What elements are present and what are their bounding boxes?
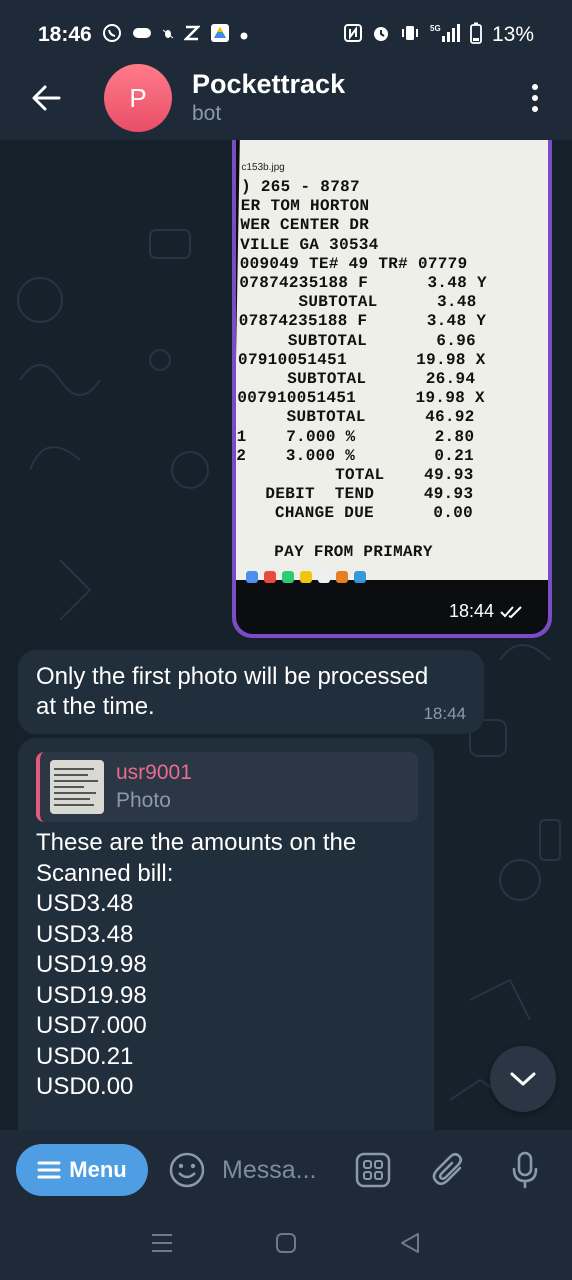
receipt-line: 009049 TE# 49 TR# 07779 [239,254,468,273]
system-nav-bar [0,1210,572,1280]
reply-quote-text: usr9001 Photo [116,759,192,815]
chat-header: P Pockettrack bot [0,56,572,140]
battery-icon [470,22,482,49]
svg-text:5G: 5G [430,24,441,33]
notification-dot-icon [240,25,248,45]
more-vertical-icon [532,84,538,90]
receipt-line: SUBTOTAL 3.48 [238,293,477,312]
receipt-line: ER TOM HORTON [240,197,370,216]
chat-area[interactable]: c153b.jpg ) 265 - 8787 ER TOM HORTON WER C… [0,140,572,1130]
z-app-icon [182,24,201,47]
receipt-line: DEBIT TEND 49.93 [236,485,474,504]
back-button[interactable] [26,78,66,118]
microphone-button[interactable] [506,1151,544,1189]
triangle-back-icon [401,1232,419,1253]
nfc-icon [343,23,362,47]
chat-title: Pockettrack [192,69,346,99]
system-back-button[interactable] [399,1232,421,1259]
whatsapp-icon [102,23,122,48]
receipt-line: 07874235188 F 3.48 Y [239,274,488,292]
chevron-down-icon [510,1072,536,1086]
bot-notice-message[interactable]: Only the first photo will be processed a… [18,650,484,734]
recents-icon [152,1233,172,1252]
status-time: 18:46 [38,23,92,46]
receipt-line: 07874235188 F 3.48 Y [238,312,487,331]
receipt-line: CHANGE DUE 0.00 [236,504,474,523]
more-options-button[interactable] [520,84,550,112]
receipt-line: ) 265 - 8787 [240,178,361,196]
recents-button[interactable] [151,1233,173,1258]
receipt-line: WER CENTER DR [240,216,370,235]
avatar[interactable]: P [104,64,172,132]
photo-time: 18:44 [449,601,526,622]
avatar-letter: P [129,82,147,113]
reply-intro-line: These are the amounts on the [36,829,357,856]
grid-icon [355,1152,391,1188]
receipt-image: c153b.jpg ) 265 - 8787 ER TOM HORTON WER C… [236,140,548,580]
scroll-down-button[interactable] [490,1046,556,1112]
status-left: 18:46 [38,23,248,48]
vibrate-icon [400,24,420,47]
receipt-line: SUBTOTAL 6.96 [238,331,477,350]
reply-quote-name: usr9001 [116,761,192,784]
commands-button[interactable] [354,1151,392,1189]
bot-menu-button[interactable]: Menu [16,1144,148,1196]
home-icon [276,1232,296,1253]
title-block[interactable]: Pockettrack bot [192,68,520,128]
reply-quote[interactable]: usr9001 Photo [36,752,418,822]
battery-percent: 13% [491,23,534,46]
receipt-photo[interactable]: c153b.jpg ) 265 - 8787 ER TOM HORTON WER C… [236,140,548,634]
reply-quote-type: Photo [116,789,171,812]
menu-icon [37,1161,61,1179]
emoji-button[interactable] [168,1151,206,1189]
message-input-bar: Menu [0,1130,572,1210]
receipt-line: 07910051451 19.98 X [237,350,486,369]
amount-line: USD7.000 [36,1012,147,1039]
smile-icon [169,1152,205,1188]
bot-reply-message[interactable]: usr9001 Photo These are the amounts on t… [18,738,434,1130]
amount-line: USD3.48 [36,920,134,948]
photo-message[interactable]: c153b.jpg ) 265 - 8787 ER TOM HORTON WER C… [232,140,552,638]
arrow-left-icon [32,85,61,111]
home-button[interactable] [275,1232,297,1259]
alarm-icon [372,24,390,47]
bug-icon [162,25,174,45]
double-check-icon [500,605,522,618]
receipt-line: 2 3.000 % 0.21 [236,446,475,465]
amount-line: USD19.98 [36,981,147,1009]
reply-body: These are the amounts on the Scanned bil… [36,828,416,1103]
amount-line: USD3.48 [36,890,134,917]
signal-icon: 5G [430,23,460,48]
paperclip-icon [432,1152,463,1186]
status-right: 5G 13% [343,22,534,49]
chat-subtitle: bot [192,102,222,125]
receipt-line: VILLE GA 30534 [239,235,379,254]
receipt-line: 007910051451 19.98 X [237,389,486,408]
reply-intro-line: Scanned bill: [36,859,174,887]
amount-line: USD19.98 [36,951,147,978]
amount-line: USD0.00 [36,1073,134,1100]
menu-label: Menu [69,1157,127,1182]
receipt-line: SUBTOTAL 26.94 [237,370,476,388]
reply-thumbnail [50,760,104,814]
receipt-line: TOTAL 49.93 [236,466,474,484]
receipt-line: SUBTOTAL 46.92 [236,408,475,427]
taskbar-strip [240,566,466,588]
receipt-line: 1 7.000 % 2.80 [236,427,475,446]
attach-button[interactable] [430,1151,468,1189]
notice-time: 18:44 [423,704,466,723]
receipt-file-name: c153b.jpg [241,162,285,173]
google-drive-icon [210,23,230,48]
amount-line: USD0.21 [36,1042,134,1070]
photo-timestamp: 18:44 [448,601,494,621]
message-input[interactable] [222,1155,344,1185]
game-controller-icon [132,25,152,46]
notice-text: Only the first photo will be processed a… [36,663,429,720]
receipt-line: PAY FROM PRIMARY [236,542,433,561]
microphone-icon [512,1151,538,1189]
